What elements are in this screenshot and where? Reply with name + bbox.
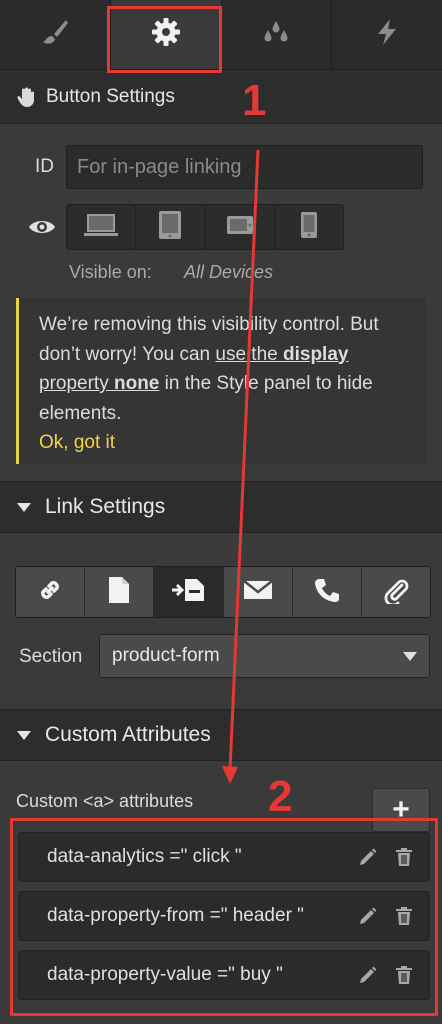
ok-got-it-link[interactable]: Ok, got it (39, 428, 414, 458)
link-type-attachment-button[interactable] (361, 567, 430, 617)
link-type-url-button[interactable] (16, 567, 86, 617)
notice-link-text-1: use the (215, 343, 283, 365)
gear-icon (149, 15, 183, 54)
notice-link-bold-2: none (113, 373, 160, 394)
custom-attributes-title: Custom Attributes (45, 723, 211, 746)
attribute-text: data-property-value =" buy " (47, 964, 283, 985)
custom-attributes-subtitle: Custom <a> attributes (16, 791, 194, 811)
custom-attributes-header[interactable]: Custom Attributes (0, 709, 442, 761)
pencil-icon[interactable] (357, 905, 379, 927)
deprecation-notice: We’re removing this visibility control. … (16, 298, 426, 464)
chevron-down-icon (403, 652, 417, 661)
tablet-icon (158, 210, 182, 245)
tab-settings[interactable] (110, 0, 222, 69)
panel-tab-bar (0, 0, 442, 70)
plus-icon: + (392, 793, 410, 826)
device-mobile-landscape-button[interactable] (206, 205, 275, 249)
annotation-step-1: 1 (242, 76, 267, 125)
tab-interactions-drops[interactable] (222, 0, 333, 69)
notice-link-bold-1: display (283, 343, 349, 365)
attachment-icon (382, 576, 410, 609)
section-label: Section (19, 646, 83, 667)
trash-icon[interactable] (393, 846, 415, 868)
attribute-text: data-analytics =" click " (47, 846, 242, 867)
tab-interactions[interactable] (332, 0, 442, 69)
button-settings-title: Button Settings (46, 85, 175, 107)
add-attribute-button[interactable]: + (372, 788, 430, 832)
attribute-row[interactable]: data-analytics =" click " (18, 832, 430, 882)
device-desktop-button[interactable] (67, 205, 137, 249)
visible-on-label: Visible on: (69, 262, 152, 282)
link-settings-title: Link Settings (45, 495, 166, 518)
id-label: ID (35, 156, 54, 177)
device-visibility-group (66, 204, 344, 250)
link-type-group (15, 566, 431, 618)
id-input[interactable]: For in-page linking (66, 145, 423, 189)
trash-icon[interactable] (393, 905, 415, 927)
link-type-email-button[interactable] (223, 567, 293, 617)
lightning-icon (370, 15, 404, 54)
mobile-portrait-icon (300, 211, 318, 244)
pencil-icon[interactable] (357, 846, 379, 868)
attribute-row[interactable]: data-property-from =" header " (18, 891, 430, 941)
section-select-value: product-form (112, 645, 220, 666)
attribute-row[interactable]: data-property-value =" buy " (18, 950, 430, 1000)
mobile-landscape-icon (226, 215, 254, 240)
pencil-icon[interactable] (357, 964, 379, 986)
drops-icon (259, 15, 293, 54)
desktop-icon (83, 212, 119, 243)
attribute-text: data-property-from =" header " (47, 905, 304, 926)
page-icon (108, 576, 130, 609)
section-select[interactable]: product-form (99, 634, 430, 678)
hand-pointer-icon (16, 86, 38, 108)
tab-style[interactable] (0, 0, 111, 69)
annotation-step-2: 2 (268, 772, 293, 821)
visible-on-value: All Devices (184, 262, 274, 282)
url-link-icon (36, 576, 64, 609)
notice-link-text-2: property (39, 373, 109, 394)
caret-down-icon (17, 730, 31, 740)
device-mobile-portrait-button[interactable] (275, 205, 343, 249)
id-input-placeholder: For in-page linking (77, 155, 242, 178)
link-settings-header[interactable]: Link Settings (0, 481, 442, 533)
link-type-phone-button[interactable] (292, 567, 362, 617)
caret-down-icon (17, 502, 31, 512)
link-type-page-button[interactable] (85, 567, 155, 617)
section-link-icon (170, 577, 206, 608)
link-type-section-button[interactable] (154, 567, 224, 617)
eye-icon[interactable] (28, 216, 56, 238)
trash-icon[interactable] (393, 964, 415, 986)
button-settings-header: Button Settings (0, 70, 442, 124)
email-icon (242, 579, 273, 606)
brush-icon (38, 15, 72, 54)
phone-icon (314, 577, 340, 608)
device-tablet-button[interactable] (136, 205, 206, 249)
